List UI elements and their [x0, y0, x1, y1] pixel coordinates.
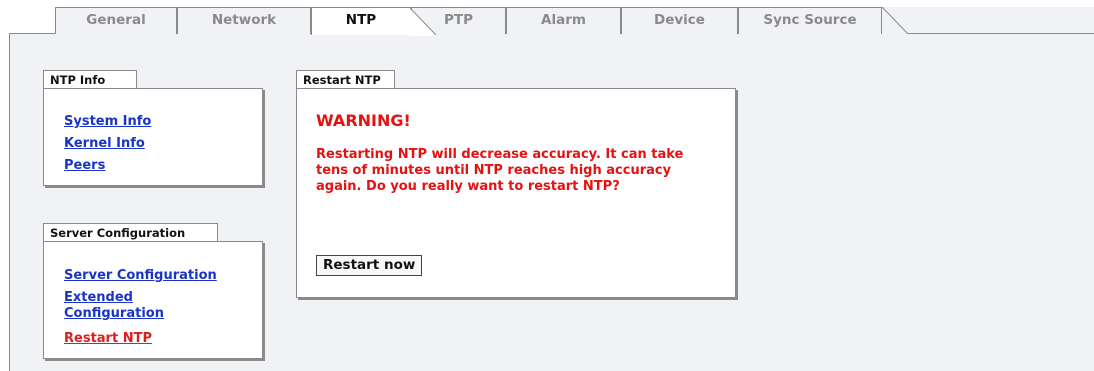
kernel-info-link[interactable]: Kernel Info — [64, 136, 145, 152]
restart-ntp-box: WARNING! Restarting NTP will decrease ac… — [296, 88, 736, 298]
tab-alarm[interactable]: Alarm — [506, 7, 621, 34]
warning-title: WARNING! — [316, 111, 411, 130]
tab-ntp[interactable]: NTP — [311, 7, 436, 36]
tab-bar-fill — [882, 7, 1094, 34]
tab-network[interactable]: Network — [177, 7, 311, 34]
tab-general[interactable]: General — [55, 7, 177, 34]
restart-ntp-box-title: Restart NTP — [296, 70, 395, 89]
tab-end-shape — [882, 7, 908, 34]
ntp-info-box-title: NTP Info — [43, 70, 137, 89]
server-config-box: Server Configuration Extended Configurat… — [43, 241, 263, 359]
tab-content-panel: NTP Info System Info Kernel Info Peers S… — [9, 34, 1094, 371]
peers-link[interactable]: Peers — [64, 158, 105, 174]
system-info-link[interactable]: System Info — [64, 114, 151, 130]
server-config-box-title: Server Configuration — [43, 223, 218, 242]
server-configuration-link[interactable]: Server Configuration — [64, 268, 217, 284]
tab-sync-source[interactable]: Sync Source — [738, 7, 882, 34]
restart-ntp-link[interactable]: Restart NTP — [64, 331, 152, 347]
tab-corner-shape — [410, 8, 436, 36]
warning-message: Restarting NTP will decrease accuracy. I… — [316, 147, 684, 194]
tab-device[interactable]: Device — [621, 7, 738, 34]
tab-ntp-label: NTP — [345, 12, 377, 28]
tab-bar: General Network NTP PTP Alarm Device Syn… — [0, 0, 1094, 36]
restart-now-button[interactable]: Restart now — [316, 255, 423, 276]
ntp-info-box: System Info Kernel Info Peers — [43, 88, 263, 186]
extended-configuration-link[interactable]: Extended Configuration — [64, 290, 174, 322]
